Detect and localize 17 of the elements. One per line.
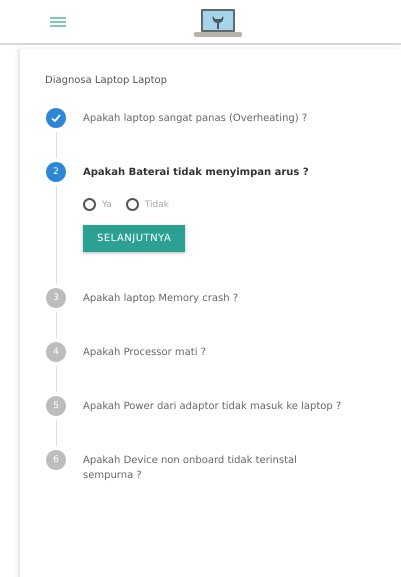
form-title: Diagnosa Laptop Laptop: [45, 75, 168, 86]
step-number: 5: [46, 396, 66, 416]
step-number: 4: [46, 342, 66, 362]
next-button[interactable]: SELANJUTNYA: [83, 225, 186, 252]
radio-option[interactable]: Tidak: [126, 198, 169, 211]
step-question: Apakah Processor mati ?: [83, 346, 207, 360]
step-question: Apakah Baterai tidak menyimpan arus ?: [83, 166, 310, 180]
radio-option[interactable]: Ya: [83, 198, 112, 211]
step-number: 3: [46, 288, 66, 308]
step-question: Apakah laptop Memory crash ?: [83, 292, 240, 306]
step-question: Apakah Device non onboard tidak terinstal sempurna ?: [83, 454, 298, 483]
laptop-wrench-icon: [194, 8, 242, 38]
menu-icon[interactable]: [50, 16, 66, 26]
step-question: Apakah laptop sangat panas (Overheating) ?: [83, 112, 308, 126]
step-number: 2: [46, 162, 66, 182]
step-question: Apakah Power dari adaptor tidak masuk ke laptop ?: [83, 400, 342, 414]
step-number: 6: [46, 450, 66, 470]
